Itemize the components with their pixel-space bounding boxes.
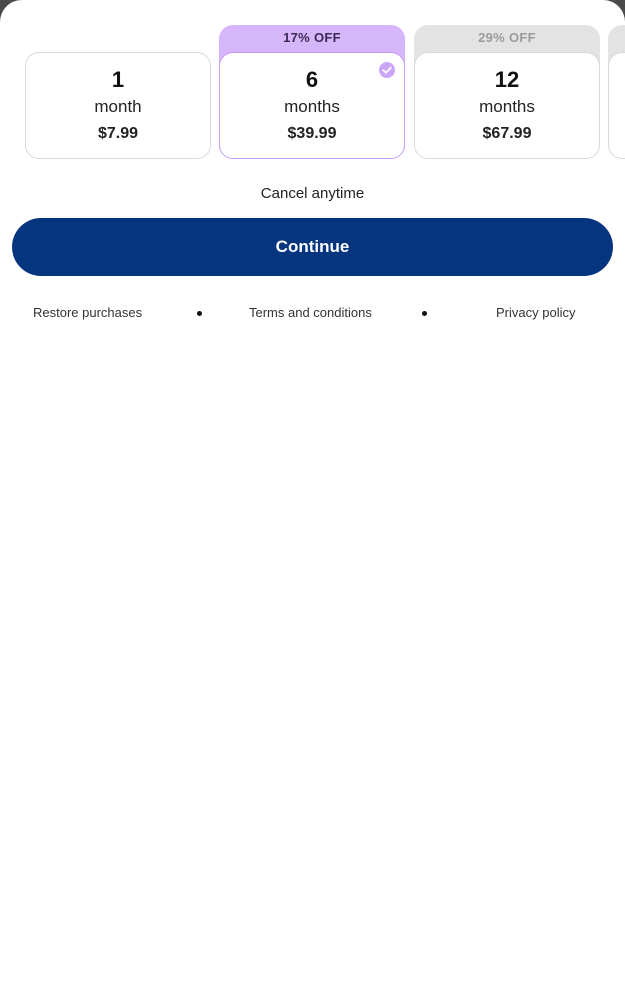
restore-purchases-link[interactable]: Restore purchases: [33, 305, 142, 320]
plan-carousel[interactable]: 1 month $7.99 17% OFF 6 months $39.99 29…: [25, 25, 625, 160]
cancel-anytime-note: Cancel anytime: [260, 185, 365, 202]
paywall-sheet: 1 month $7.99 17% OFF 6 months $39.99 29…: [0, 0, 625, 1000]
plan-option-1-month[interactable]: 1 month $7.99: [25, 25, 211, 159]
plan-price: $7.99: [97, 125, 139, 142]
plan-unit: month: [94, 97, 142, 116]
separator-dot: [422, 311, 427, 316]
plan-option-6-months[interactable]: 17% OFF 6 months $39.99: [219, 25, 405, 159]
plan-card[interactable]: 6 months $39.99: [219, 52, 405, 159]
terms-link[interactable]: Terms and conditions: [249, 305, 372, 320]
plan-option-12-months[interactable]: 29% OFF 12 months $67.99: [414, 25, 600, 159]
separator-dot: [197, 311, 202, 316]
plan-quantity: 6: [305, 67, 319, 92]
plan-card[interactable]: [608, 52, 625, 159]
plan-quantity: 1: [111, 67, 125, 92]
footer-links: Restore purchases Terms and conditions P…: [0, 305, 625, 323]
plan-card[interactable]: 12 months $67.99: [414, 52, 600, 159]
plan-card[interactable]: 1 month $7.99: [25, 52, 211, 159]
plan-option-partial[interactable]: [608, 25, 625, 159]
plan-unit: months: [284, 97, 340, 116]
privacy-policy-link[interactable]: Privacy policy: [496, 305, 575, 320]
plan-price: $67.99: [482, 125, 532, 142]
check-circle-icon: [379, 62, 395, 78]
plan-unit: months: [479, 97, 535, 116]
continue-button[interactable]: Continue: [12, 218, 613, 276]
plan-quantity: 12: [494, 67, 520, 92]
plan-price: $39.99: [287, 125, 337, 142]
